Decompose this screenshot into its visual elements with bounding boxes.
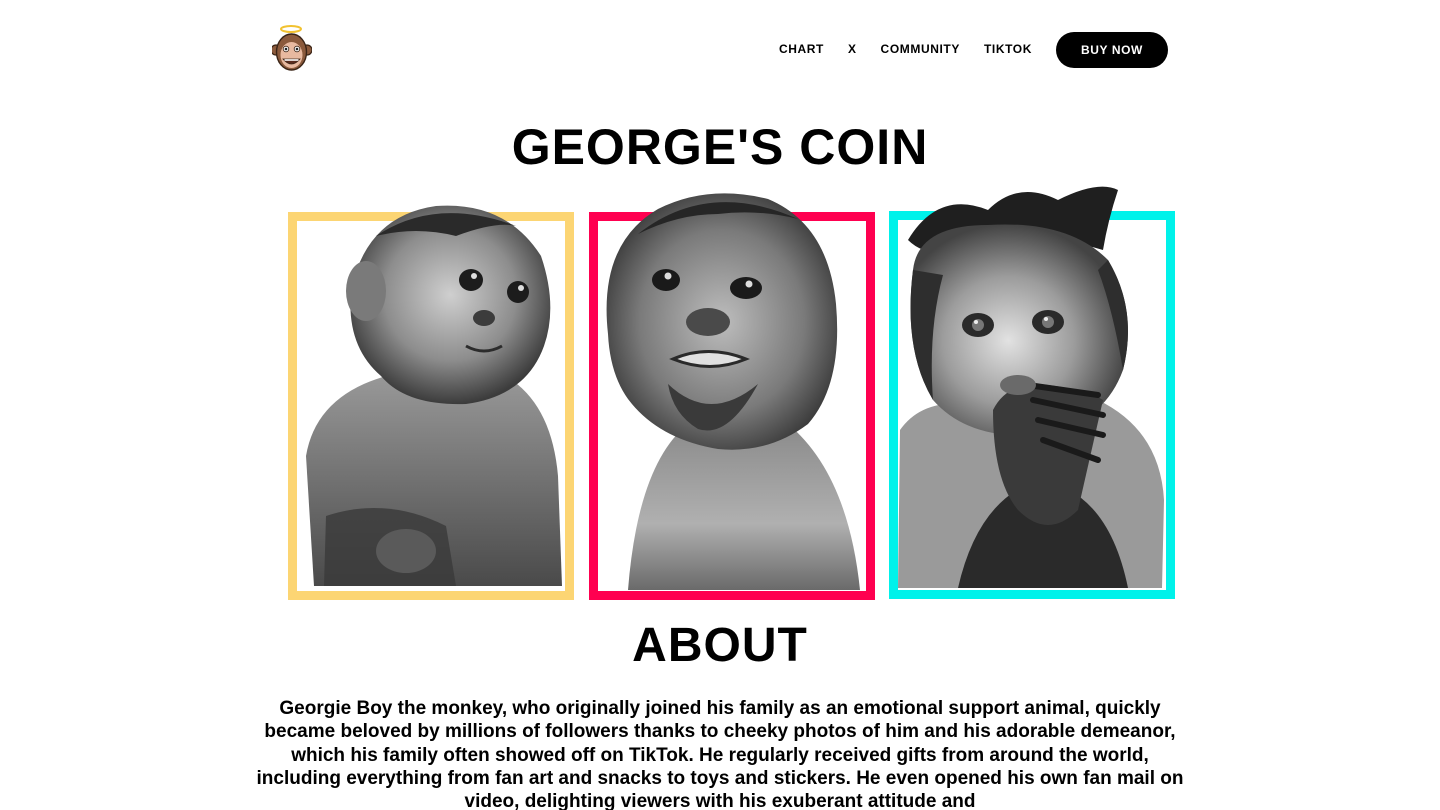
angel-monkey-logo-icon[interactable] bbox=[270, 24, 313, 76]
hero-title: GEORGE'S COIN bbox=[511, 119, 929, 175]
about-text: Georgie Boy the monkey, who originally j… bbox=[256, 698, 1184, 810]
buy-now-button[interactable]: BUY NOW bbox=[1056, 31, 1168, 68]
main-nav: CHART X COMMUNITY TIKTOK BUY NOW bbox=[779, 31, 1168, 68]
nav-link-chart[interactable]: CHART bbox=[779, 31, 824, 68]
monkey-photo-sitting bbox=[306, 205, 562, 586]
monkey-photo-hand-on-mouth bbox=[898, 186, 1164, 588]
page: CHART X COMMUNITY TIKTOK BUY NOW GEORGE'… bbox=[0, 0, 1440, 810]
nav-link-community[interactable]: COMMUNITY bbox=[881, 31, 960, 68]
nav-link-tiktok[interactable]: TIKTOK bbox=[984, 31, 1032, 68]
site-header: CHART X COMMUNITY TIKTOK BUY NOW bbox=[270, 24, 1168, 76]
nav-link-x[interactable]: X bbox=[848, 31, 857, 68]
about-title: ABOUT bbox=[632, 619, 808, 672]
monkey-photo-looking-up bbox=[606, 193, 860, 590]
